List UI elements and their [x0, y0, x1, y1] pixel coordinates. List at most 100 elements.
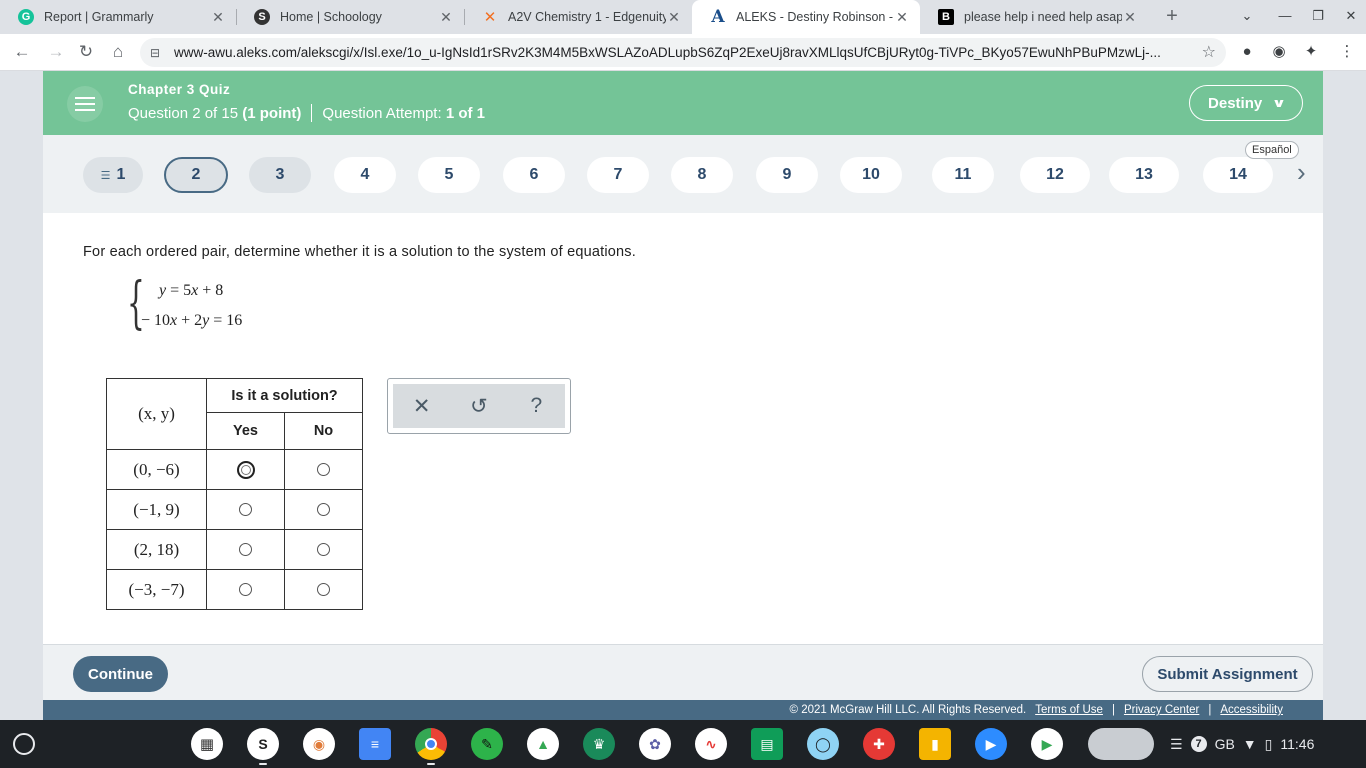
zoom-app-icon[interactable]: ▶ [975, 728, 1007, 760]
browser-tab-strip: G Report | Grammarly ✕ S Home | Schoolog… [0, 0, 1366, 34]
accessibility-link[interactable]: Accessibility [1220, 704, 1283, 716]
browser-tab-edgenuity[interactable]: ✕ A2V Chemistry 1 - Edgenuity.c ✕ [464, 0, 692, 34]
no-radio[interactable] [317, 543, 330, 557]
legal-bar: © 2021 McGraw Hill LLC. All Rights Reser… [43, 700, 1323, 720]
calculator-app-icon[interactable]: ▦ [191, 728, 223, 760]
launcher-icon[interactable] [13, 733, 35, 755]
running-indicator [259, 763, 267, 765]
evernote-app-icon[interactable]: ✎ [471, 728, 503, 760]
extension-icon[interactable]: ◉ [1270, 43, 1288, 61]
no-radio[interactable] [317, 503, 330, 517]
google-drive-icon[interactable]: ▲ [527, 728, 559, 760]
browser-tab-brainly[interactable]: B please help i need help asap - ✕ [920, 0, 1148, 34]
question-nav-label: 6 [529, 166, 539, 183]
no-radio[interactable] [317, 583, 330, 597]
chevron-right-icon[interactable]: › [1297, 157, 1306, 188]
terms-link[interactable]: Terms of Use [1035, 704, 1103, 716]
brainly-favicon-icon: B [938, 9, 954, 25]
tab-close-icon[interactable]: ✕ [666, 9, 682, 26]
restore-icon[interactable]: ❐ [1303, 0, 1333, 34]
question-nav-item-3[interactable]: 3 [249, 157, 311, 193]
question-nav-item-4[interactable]: 4 [334, 157, 396, 193]
new-tab-plus-icon[interactable]: + [1160, 4, 1184, 28]
question-nav-item-10[interactable]: 10 [840, 157, 902, 193]
question-nav-item-11[interactable]: 11 [932, 157, 994, 193]
browser-tab-grammarly[interactable]: G Report | Grammarly ✕ [0, 0, 236, 34]
user-name: Destiny [1208, 94, 1263, 112]
extensions-puzzle-icon[interactable]: ✦ [1302, 43, 1320, 61]
question-nav-item-2[interactable]: 2 [164, 157, 228, 193]
question-nav-label: 4 [360, 166, 370, 183]
window-close-icon[interactable]: ✕ [1336, 0, 1366, 34]
solution-table: (x, y) Is it a solution? Yes No (0, −6) … [106, 378, 363, 610]
user-menu-button[interactable]: Destiny ∨ [1189, 85, 1303, 121]
equation-1: y = 5x + 8 [159, 282, 224, 299]
tab-close-icon[interactable]: ✕ [438, 9, 454, 26]
help-question-icon[interactable]: ? [521, 394, 551, 418]
privacy-link[interactable]: Privacy Center [1124, 704, 1199, 716]
tab-title: A2V Chemistry 1 - Edgenuity.c [508, 10, 666, 24]
app-icon[interactable]: ✚ [863, 728, 895, 760]
answer-tools-panel: ✕ ↺ ? [387, 378, 571, 434]
google-sheets-icon[interactable]: ▤ [751, 728, 783, 760]
quiz-header: Chapter 3 Quiz Question 2 of 15 (1 point… [43, 71, 1323, 135]
question-nav-item-1[interactable]: ☰ 1 [83, 157, 143, 193]
question-nav-item-5[interactable]: 5 [418, 157, 480, 193]
question-nav-item-7[interactable]: 7 [587, 157, 649, 193]
tab-close-icon[interactable]: ✕ [894, 9, 910, 26]
home-icon[interactable]: ⌂ [106, 40, 130, 64]
grammarly-favicon-icon: G [18, 9, 34, 25]
tab-search-chevron-icon[interactable]: ⌄ [1232, 0, 1262, 34]
submit-assignment-button[interactable]: Submit Assignment [1142, 656, 1313, 692]
window-preview-icon[interactable] [1088, 728, 1154, 760]
equation-system: { y = 5x + 8 − 10x + 2y = 16 [127, 276, 277, 338]
continue-button[interactable]: Continue [73, 656, 168, 692]
question-nav-item-8[interactable]: 8 [671, 157, 733, 193]
address-bar[interactable]: ⊟ www-awu.aleks.com/alekscgi/x/Isl.exe/1… [140, 38, 1226, 67]
no-radio[interactable] [317, 463, 330, 477]
yes-radio[interactable] [236, 460, 255, 479]
app-icon[interactable]: ♛ [583, 728, 615, 760]
bookmark-star-icon[interactable]: ☆ [1202, 42, 1216, 62]
tab-title: Home | Schoology [280, 10, 382, 24]
solution-group-header: Is it a solution? [206, 378, 363, 413]
app-icon[interactable]: ∿ [695, 728, 727, 760]
app-icon[interactable]: ✿ [639, 728, 671, 760]
no-cell [284, 489, 363, 530]
tab-close-icon[interactable]: ✕ [210, 9, 226, 26]
google-keep-icon[interactable]: ▮ [919, 728, 951, 760]
tab-close-icon[interactable]: ✕ [1122, 9, 1138, 26]
system-tray[interactable]: ☰ 7 GB ▼ ▯ 11:46 [1170, 729, 1314, 759]
app-icon[interactable]: ◉ [303, 728, 335, 760]
equation-2: − 10x + 2y = 16 [141, 312, 243, 329]
question-nav-item-6[interactable]: 6 [503, 157, 565, 193]
browser-tab-schoology[interactable]: S Home | Schoology ✕ [236, 0, 464, 34]
play-store-icon[interactable]: ▶ [1031, 728, 1063, 760]
chrome-app-icon[interactable] [415, 728, 447, 760]
forward-arrow-icon[interactable]: → [44, 40, 68, 64]
minimize-icon[interactable]: — [1270, 0, 1300, 34]
question-nav-item-9[interactable]: 9 [756, 157, 818, 193]
browser-tab-aleks[interactable]: A ALEKS - Destiny Robinson - Ch ✕ [692, 0, 920, 34]
clear-x-icon[interactable]: ✕ [407, 394, 437, 419]
question-nav-item-13[interactable]: 13 [1109, 157, 1179, 193]
question-nav-item-12[interactable]: 12 [1020, 157, 1090, 193]
app-icon[interactable]: ◯ [807, 728, 839, 760]
yes-radio[interactable] [239, 543, 252, 557]
chrome-menu-icon[interactable]: ⋮ [1338, 43, 1356, 61]
undo-icon[interactable]: ↺ [464, 394, 494, 419]
extension-icon[interactable]: ● [1238, 43, 1256, 61]
schoology-app-icon[interactable]: S [247, 728, 279, 760]
hamburger-menu-icon[interactable] [67, 86, 103, 122]
reload-icon[interactable]: ↻ [74, 40, 98, 64]
language-toggle[interactable]: Español [1245, 141, 1299, 159]
question-nav-item-14[interactable]: 14 [1203, 157, 1273, 193]
google-docs-icon[interactable]: ≡ [359, 728, 391, 760]
site-info-icon[interactable]: ⊟ [150, 46, 166, 60]
clipboard-icon: ☰ [1170, 735, 1183, 752]
question-navigation: ☰ 1 2 3 4 5 6 7 8 9 10 11 12 13 14 Español › [43, 135, 1323, 213]
yes-radio[interactable] [239, 503, 252, 517]
yes-radio[interactable] [239, 583, 252, 597]
back-arrow-icon[interactable]: ← [10, 40, 34, 64]
os-shelf: ▦ S ◉ ≡ ✎ ▲ ♛ ✿ ∿ ▤ ◯ ✚ ▮ ▶ ▶ ☰ 7 GB ▼ ▯… [0, 720, 1366, 768]
